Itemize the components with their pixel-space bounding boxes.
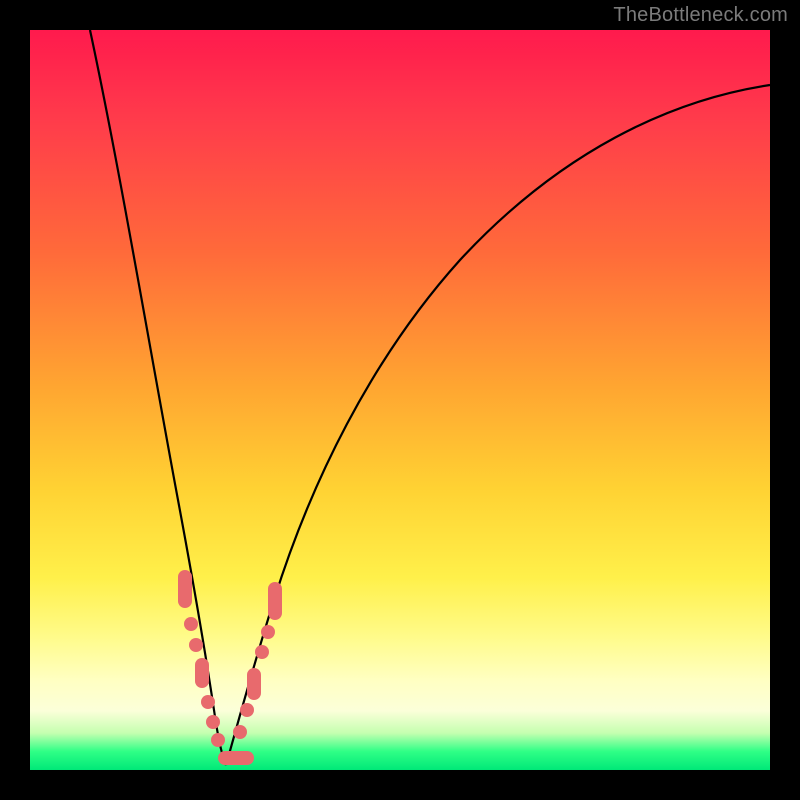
- marker-dot: [255, 645, 269, 659]
- marker-dot: [211, 733, 225, 747]
- marker-dot: [195, 658, 209, 688]
- marker-dot: [206, 715, 220, 729]
- marker-dot: [178, 570, 192, 608]
- marker-dot: [247, 668, 261, 700]
- chart-frame: TheBottleneck.com: [0, 0, 800, 800]
- marker-dot: [184, 617, 198, 631]
- curve-layer: [30, 30, 770, 770]
- plot-area: [30, 30, 770, 770]
- marker-dot: [261, 625, 275, 639]
- right-branch-curve: [226, 85, 770, 765]
- left-branch-curve: [90, 30, 226, 765]
- marker-dot: [189, 638, 203, 652]
- marker-dot: [201, 695, 215, 709]
- watermark-text: TheBottleneck.com: [613, 4, 788, 27]
- marker-dot: [240, 703, 254, 717]
- marker-dot: [268, 582, 282, 620]
- marker-dot: [233, 725, 247, 739]
- marker-dot: [218, 751, 254, 765]
